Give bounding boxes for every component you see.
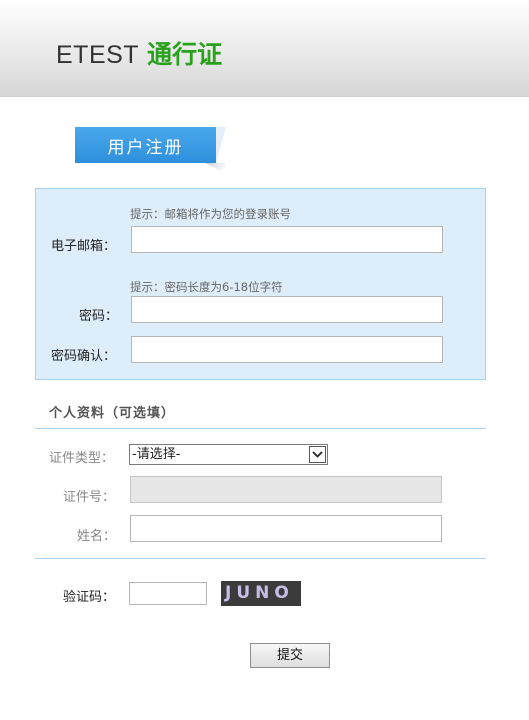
logo-product: 通行证 [147, 40, 223, 69]
chevron-down-icon[interactable] [309, 446, 326, 463]
personal-info-title: 个人资料（可选填） [49, 406, 176, 421]
divider-top [35, 428, 486, 429]
register-tab: 用户注册 [75, 127, 216, 163]
logo: ETEST 通行证 [56, 40, 222, 70]
captcha-input[interactable] [129, 582, 207, 605]
captcha-image-text: JUNO [225, 583, 294, 603]
id-number-label: 证件号： [63, 490, 116, 505]
password-input[interactable] [131, 296, 443, 323]
email-input[interactable] [131, 226, 443, 253]
email-hint: 提示：邮箱将作为您的登录账号 [130, 207, 291, 221]
name-input[interactable] [130, 515, 442, 542]
captcha-label: 验证码： [63, 590, 116, 605]
password-hint: 提示：密码长度为6-18位字符 [130, 280, 283, 294]
id-type-selected: -请选择- [132, 447, 181, 462]
divider-bottom [35, 558, 486, 559]
header: ETEST 通行证 [0, 0, 529, 97]
password-confirm-input[interactable] [131, 336, 443, 363]
required-fields-box: 提示：邮箱将作为您的登录账号 电子邮箱： 提示：密码长度为6-18位字符 密码：… [35, 188, 486, 380]
submit-button[interactable]: 提交 [250, 643, 330, 668]
password-confirm-label: 密码确认： [51, 349, 117, 364]
register-tab-fold [216, 127, 226, 163]
password-label: 密码： [79, 309, 119, 324]
logo-brand: ETEST [56, 41, 140, 69]
register-tab-shadow [205, 163, 225, 173]
captcha-image[interactable]: JUNO [221, 581, 301, 606]
name-label: 姓名： [77, 529, 117, 544]
email-label: 电子邮箱： [51, 239, 117, 254]
id-type-select[interactable]: -请选择- [129, 444, 328, 465]
id-type-label: 证件类型： [49, 451, 115, 466]
id-number-input[interactable] [130, 476, 442, 503]
